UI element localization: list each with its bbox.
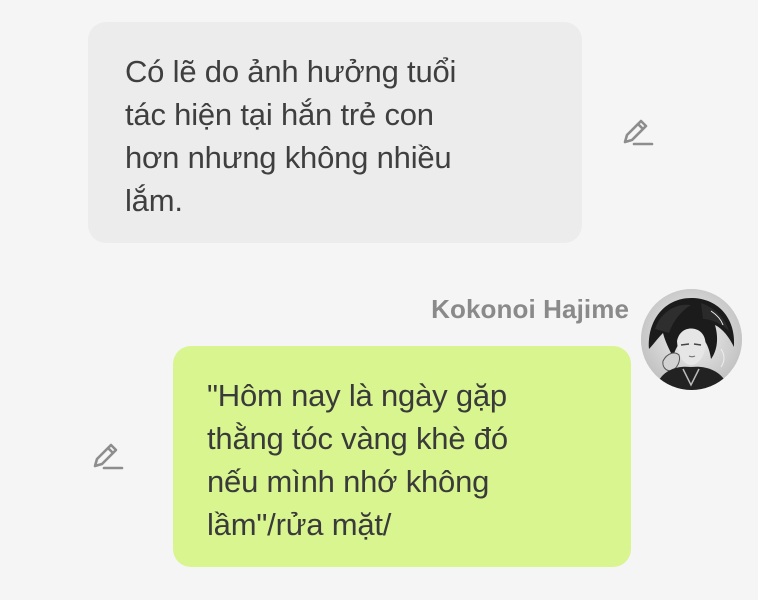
message-text-line: hơn nhưng không nhiều <box>125 140 452 175</box>
character-avatar-icon <box>641 289 742 390</box>
chat-screen: Có lẽ do ảnh hưởng tuổi tác hiện tại hắn… <box>0 0 758 600</box>
edit-pencil-icon[interactable] <box>90 439 124 473</box>
message-bubble-received[interactable]: Có lẽ do ảnh hưởng tuổi tác hiện tại hắn… <box>88 22 582 243</box>
message-bubble-sent[interactable]: "Hôm nay là ngày gặp thằng tóc vàng khè … <box>173 346 631 567</box>
edit-pencil-icon[interactable] <box>620 115 654 149</box>
message-text-line: lắm. <box>125 183 183 218</box>
sender-name: Kokonoi Hajime <box>431 294 629 324</box>
message-text-line: nếu mình nhớ không <box>207 464 490 499</box>
message-text-line: tác hiện tại hắn trẻ con <box>125 97 434 132</box>
message-text-line: Có lẽ do ảnh hưởng tuổi <box>125 54 457 89</box>
message-text-line: lầm"/rửa mặt/ <box>207 507 392 542</box>
sender-avatar[interactable] <box>641 289 742 390</box>
message-text-line: thằng tóc vàng khè đó <box>207 421 508 456</box>
message-text-line: "Hôm nay là ngày gặp <box>207 378 507 413</box>
